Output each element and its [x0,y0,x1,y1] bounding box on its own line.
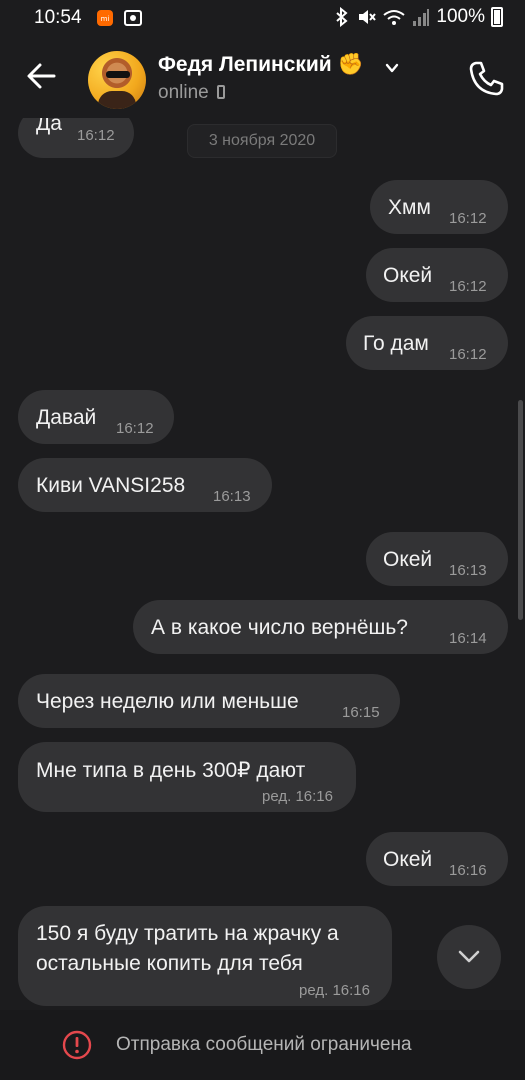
message-list[interactable]: Да 16:12 3 ноября 2020 Хмм 16:12 Окей 16… [0,118,525,1010]
phone-call-icon[interactable] [466,58,506,98]
message-incoming[interactable]: 150 я буду тратить на жрачку а остальные… [18,906,392,1006]
message-text: Мне типа в день 300₽ дают [36,759,306,782]
contact-name[interactable]: Федя Лепинский ✊ [158,53,364,77]
chevron-down-icon[interactable] [384,60,400,76]
message-time: 16:12 [77,127,115,144]
message-outgoing[interactable]: Го дам 16:12 [346,316,508,370]
signal-icon [413,9,430,26]
message-text: Да [36,118,62,135]
status-bar: 10:54 mi 100% [0,0,525,36]
message-outgoing[interactable]: Хмм 16:12 [370,180,508,234]
mobile-device-icon [216,85,225,99]
restricted-footer: Отправка сообщений ограничена [0,1010,525,1080]
message-outgoing[interactable]: Окей 16:13 [366,532,508,586]
scroll-down-button[interactable] [437,925,501,989]
wifi-icon [383,10,406,25]
message-text: Окей [383,848,433,871]
message-text: Киви VANSI258 [36,474,186,497]
message-text: Хмм [388,196,431,219]
battery-percent: 100% [436,6,485,27]
chevron-down-icon [458,950,480,963]
message-time: 16:13 [213,488,251,505]
message-outgoing[interactable]: Окей 16:12 [366,248,508,302]
mi-app-icon: mi [97,10,113,26]
battery-icon [491,7,503,27]
bluetooth-icon [336,7,348,27]
message-text: Окей [383,548,433,571]
message-time: ред. 16:16 [299,982,370,999]
date-separator: 3 ноября 2020 [187,124,337,158]
messaging-restricted-notice: Отправка сообщений ограничена [116,1034,412,1055]
message-text: Давай [36,406,97,429]
message-time: 16:16 [449,862,487,879]
scrollbar[interactable] [518,400,523,620]
message-text: Окей [383,264,433,287]
message-text-line: остальные копить для тебя [36,952,303,975]
message-incoming[interactable]: Киви VANSI258 16:13 [18,458,272,512]
message-time: 16:12 [449,346,487,363]
message-time: 16:13 [449,562,487,579]
message-time: ред. 16:16 [262,788,333,805]
svg-text:mi: mi [101,15,110,23]
contact-status: online [158,82,225,104]
status-right: 100% [334,6,503,28]
message-text: Через неделю или меньше [36,690,299,713]
message-time: 16:12 [116,420,154,437]
warning-icon [62,1030,92,1060]
message-text: Го дам [363,332,429,355]
message-incoming[interactable]: Да 16:12 [18,118,134,158]
back-arrow-icon[interactable] [22,56,62,96]
message-time: 16:12 [449,278,487,295]
message-time: 16:12 [449,210,487,227]
message-time: 16:14 [449,630,487,647]
message-outgoing[interactable]: А в какое число вернёшь? 16:14 [133,600,508,654]
mute-icon [359,10,377,24]
message-time: 16:15 [342,704,380,721]
status-time: 10:54 [34,7,82,28]
contact-avatar[interactable] [88,51,146,109]
message-text: А в какое число вернёшь? [151,616,408,639]
camera-notification-icon [124,10,142,26]
online-label: online [158,82,209,103]
message-incoming[interactable]: Мне типа в день 300₽ дают ред. 16:16 [18,742,356,812]
message-text-line: 150 я буду тратить на жрачку а [36,922,339,945]
chat-header: Федя Лепинский ✊ online [0,36,525,118]
message-outgoing[interactable]: Окей 16:16 [366,832,508,886]
message-incoming[interactable]: Через неделю или меньше 16:15 [18,674,400,728]
message-incoming[interactable]: Давай 16:12 [18,390,174,444]
